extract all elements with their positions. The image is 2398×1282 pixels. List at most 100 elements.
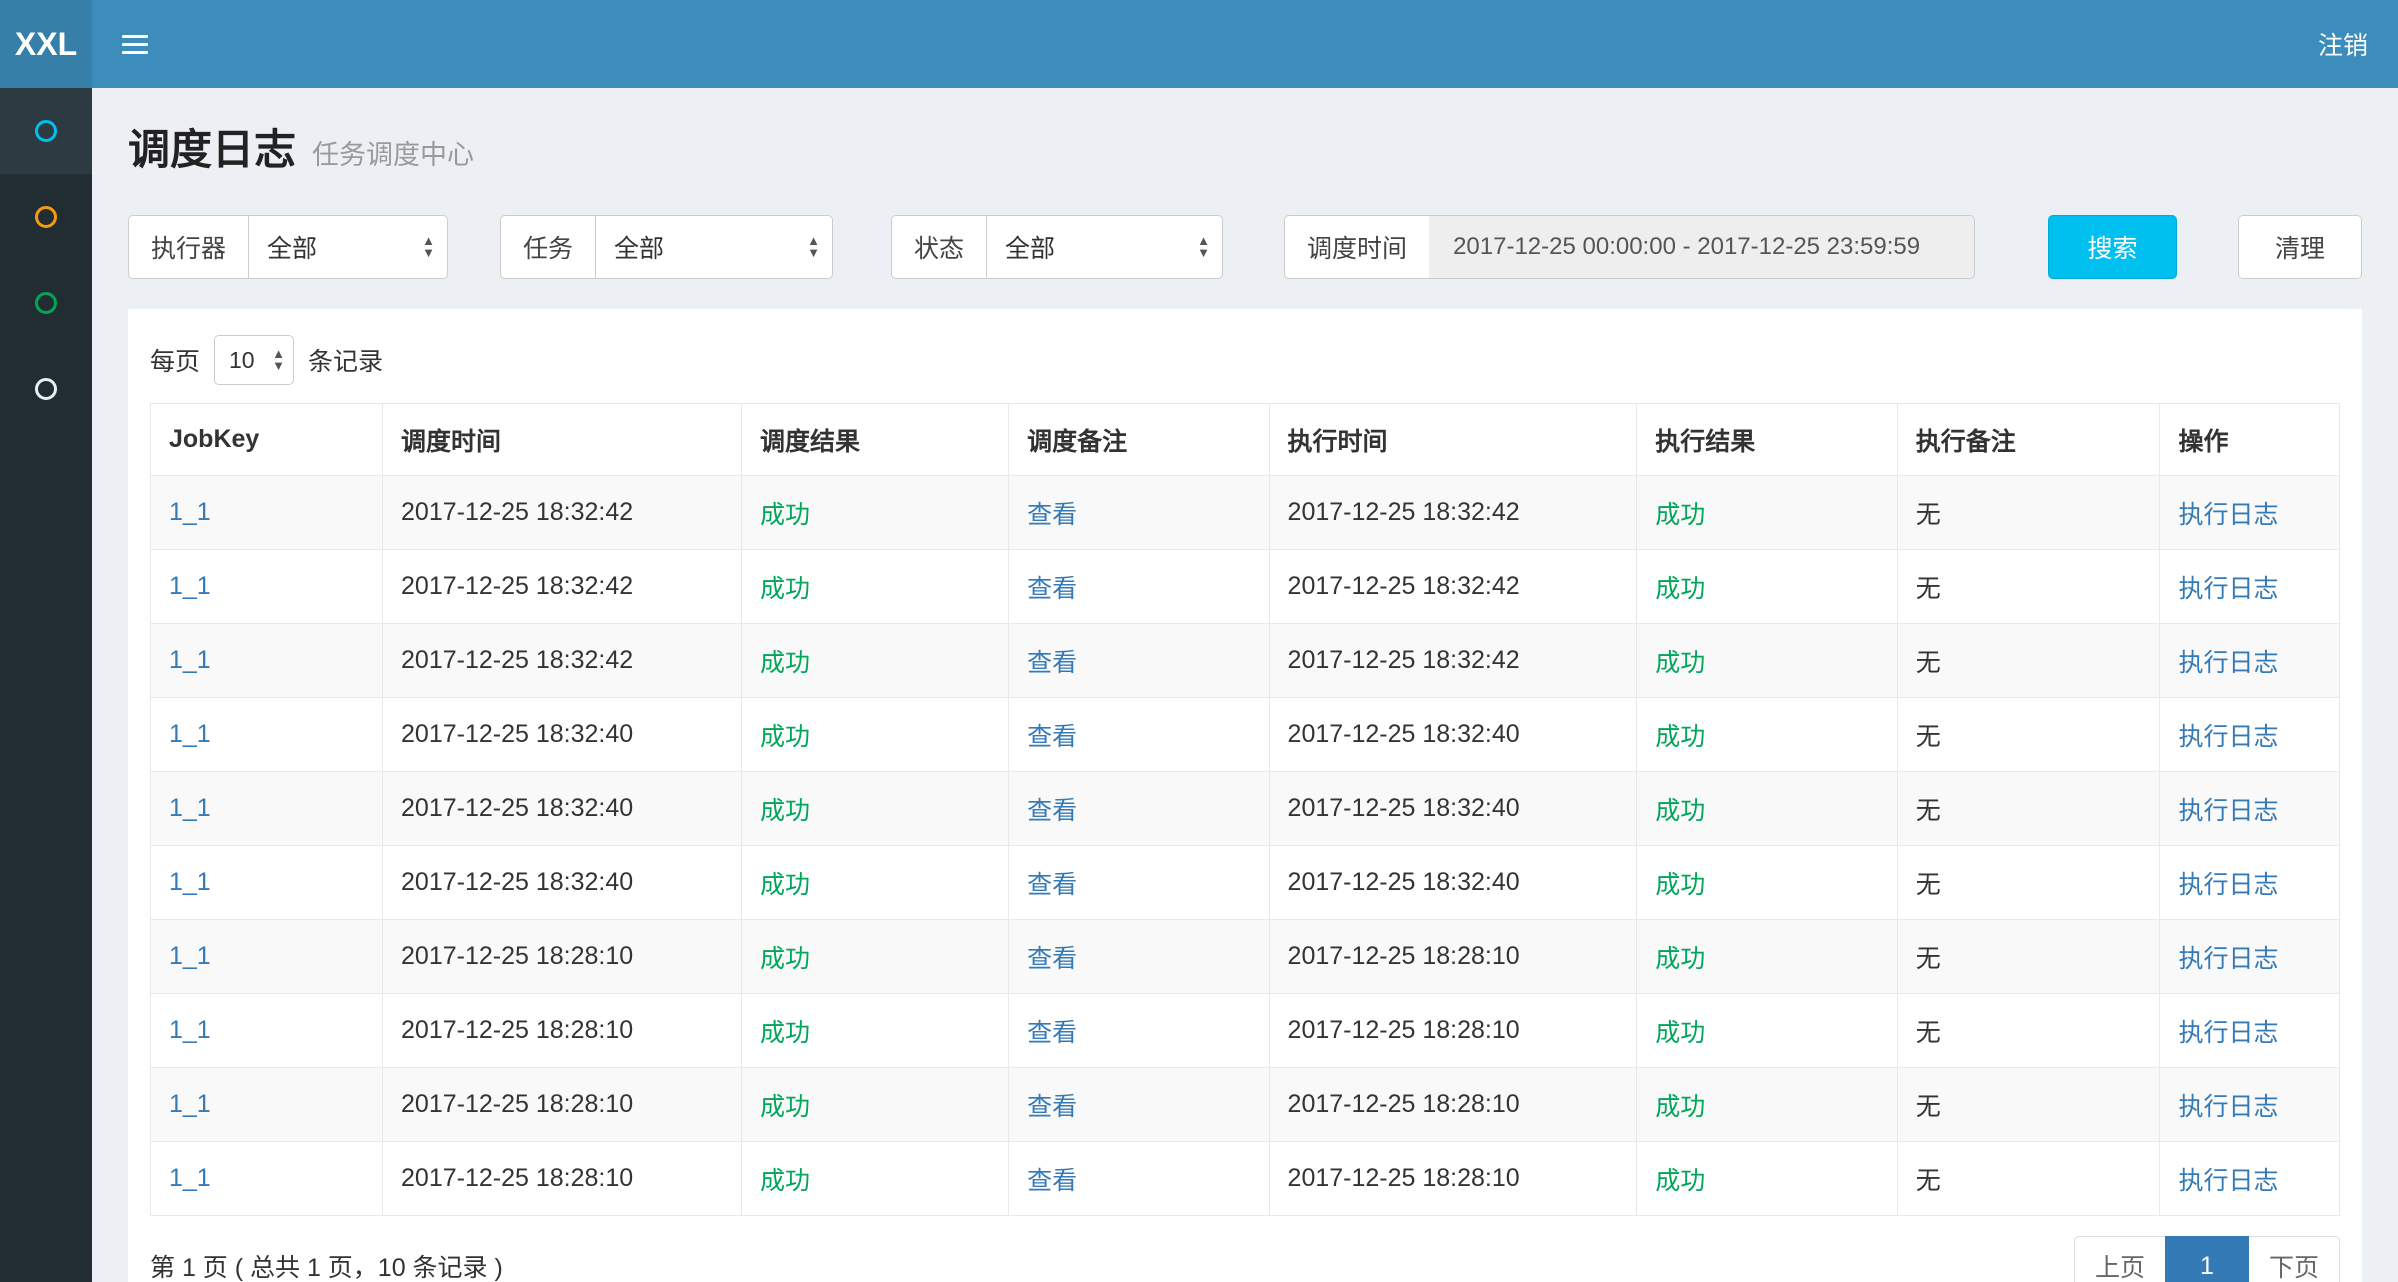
cell-jobkey: 1_1 <box>151 624 383 698</box>
page-size-value: 10 <box>229 347 255 374</box>
app-logo[interactable]: XXL <box>0 0 92 88</box>
trigger-msg-link[interactable]: 查看 <box>1027 1019 1077 1047</box>
sidebar-item[interactable] <box>0 174 92 260</box>
sidebar <box>0 88 92 1282</box>
app-logo-text: XXL <box>15 26 77 63</box>
table-row: 1_1 2017-12-25 18:32:40 成功 查看 2017-12-25… <box>151 698 2340 772</box>
trigger-msg-link[interactable]: 查看 <box>1027 649 1077 677</box>
trigger-msg-link[interactable]: 查看 <box>1027 575 1077 603</box>
exec-log-link[interactable]: 执行日志 <box>2178 575 2278 603</box>
trigger-msg-link[interactable]: 查看 <box>1027 797 1077 825</box>
jobkey-link[interactable]: 1_1 <box>169 498 211 526</box>
pagination-summary: 第 1 页 ( 总共 1 页，10 条记录 ) <box>150 1248 503 1282</box>
exec-log-link[interactable]: 执行日志 <box>2178 501 2278 529</box>
jobkey-link[interactable]: 1_1 <box>169 1090 211 1118</box>
table-row: 1_1 2017-12-25 18:28:10 成功 查看 2017-12-25… <box>151 1142 2340 1216</box>
prev-page-button[interactable]: 上页 <box>2074 1236 2166 1282</box>
cell-trigger-msg: 查看 <box>1009 698 1269 772</box>
cell-trigger-msg: 查看 <box>1009 920 1269 994</box>
executor-filter-group: 执行器 全部 ▲▼ <box>128 215 448 279</box>
column-header: 执行结果 <box>1637 404 1897 476</box>
exec-log-link[interactable]: 执行日志 <box>2178 649 2278 677</box>
jobkey-link[interactable]: 1_1 <box>169 1016 211 1044</box>
trigger-msg-link[interactable]: 查看 <box>1027 945 1077 973</box>
current-page-button[interactable]: 1 <box>2165 1236 2249 1282</box>
exec-log-link[interactable]: 执行日志 <box>2178 723 2278 751</box>
page-size-select[interactable]: 10 ▲▼ <box>214 335 294 385</box>
exec-log-link[interactable]: 执行日志 <box>2178 797 2278 825</box>
cell-handle-result: 成功 <box>1637 1068 1897 1142</box>
cell-jobkey: 1_1 <box>151 846 383 920</box>
logout-link[interactable]: 注销 <box>2318 26 2368 62</box>
status-select[interactable]: 全部 ▲▼ <box>986 215 1223 279</box>
jobkey-link[interactable]: 1_1 <box>169 794 211 822</box>
cell-trigger-result: 成功 <box>742 1068 1009 1142</box>
cell-jobkey: 1_1 <box>151 994 383 1068</box>
page-size-prefix-label: 每页 <box>150 342 200 378</box>
trigger-msg-link[interactable]: 查看 <box>1027 1093 1077 1121</box>
cell-action: 执行日志 <box>2160 994 2340 1068</box>
cell-action: 执行日志 <box>2160 772 2340 846</box>
table-row: 1_1 2017-12-25 18:32:42 成功 查看 2017-12-25… <box>151 476 2340 550</box>
sidebar-item[interactable] <box>0 346 92 432</box>
page-size-row: 每页 10 ▲▼ 条记录 <box>150 335 2340 385</box>
cell-trigger-result: 成功 <box>742 550 1009 624</box>
table-row: 1_1 2017-12-25 18:32:40 成功 查看 2017-12-25… <box>151 772 2340 846</box>
next-page-button[interactable]: 下页 <box>2248 1236 2340 1282</box>
cell-trigger-time: 2017-12-25 18:28:10 <box>383 994 742 1068</box>
search-button[interactable]: 搜索 <box>2048 215 2177 279</box>
job-select[interactable]: 全部 ▲▼ <box>595 215 833 279</box>
exec-log-link[interactable]: 执行日志 <box>2178 871 2278 899</box>
trigger-msg-link[interactable]: 查看 <box>1027 1167 1077 1195</box>
trigger-msg-link[interactable]: 查看 <box>1027 871 1077 899</box>
jobkey-link[interactable]: 1_1 <box>169 646 211 674</box>
table-row: 1_1 2017-12-25 18:32:40 成功 查看 2017-12-25… <box>151 846 2340 920</box>
trigger-msg-link[interactable]: 查看 <box>1027 723 1077 751</box>
page-size-suffix-label: 条记录 <box>308 342 383 378</box>
cell-handle-time: 2017-12-25 18:28:10 <box>1269 1068 1637 1142</box>
job-filter-group: 任务 全部 ▲▼ <box>500 215 833 279</box>
time-range-input[interactable] <box>1429 215 1975 279</box>
cell-handle-result: 成功 <box>1637 1142 1897 1216</box>
jobkey-link[interactable]: 1_1 <box>169 1164 211 1192</box>
cell-trigger-time: 2017-12-25 18:28:10 <box>383 1142 742 1216</box>
column-header: JobKey <box>151 404 383 476</box>
sidebar-item[interactable] <box>0 260 92 346</box>
cell-trigger-msg: 查看 <box>1009 1142 1269 1216</box>
jobkey-link[interactable]: 1_1 <box>169 720 211 748</box>
sidebar-item[interactable] <box>0 88 92 174</box>
time-filter-label: 调度时间 <box>1284 215 1429 279</box>
cell-trigger-result: 成功 <box>742 772 1009 846</box>
jobkey-link[interactable]: 1_1 <box>169 942 211 970</box>
exec-log-link[interactable]: 执行日志 <box>2178 1093 2278 1121</box>
column-header: 执行备注 <box>1897 404 2160 476</box>
cell-trigger-msg: 查看 <box>1009 994 1269 1068</box>
cell-handle-msg: 无 <box>1897 772 2160 846</box>
sidebar-toggle-icon[interactable] <box>122 29 148 60</box>
column-header: 调度结果 <box>742 404 1009 476</box>
cell-trigger-time: 2017-12-25 18:32:40 <box>383 846 742 920</box>
cell-action: 执行日志 <box>2160 624 2340 698</box>
cell-trigger-msg: 查看 <box>1009 772 1269 846</box>
table-row: 1_1 2017-12-25 18:28:10 成功 查看 2017-12-25… <box>151 1068 2340 1142</box>
jobkey-link[interactable]: 1_1 <box>169 868 211 896</box>
exec-log-link[interactable]: 执行日志 <box>2178 1167 2278 1195</box>
jobkey-link[interactable]: 1_1 <box>169 572 211 600</box>
filter-bar: 执行器 全部 ▲▼ 任务 全部 ▲▼ 状态 全部 ▲▼ 调度时间 搜索 清理 <box>128 215 2362 279</box>
clear-button[interactable]: 清理 <box>2238 215 2362 279</box>
job-select-value: 全部 <box>614 229 664 265</box>
exec-log-link[interactable]: 执行日志 <box>2178 945 2278 973</box>
cell-trigger-msg: 查看 <box>1009 550 1269 624</box>
cell-handle-msg: 无 <box>1897 550 2160 624</box>
trigger-msg-link[interactable]: 查看 <box>1027 501 1077 529</box>
cell-handle-result: 成功 <box>1637 772 1897 846</box>
cell-trigger-time: 2017-12-25 18:32:42 <box>383 476 742 550</box>
exec-log-link[interactable]: 执行日志 <box>2178 1019 2278 1047</box>
cell-jobkey: 1_1 <box>151 920 383 994</box>
cell-handle-msg: 无 <box>1897 1068 2160 1142</box>
table-row: 1_1 2017-12-25 18:28:10 成功 查看 2017-12-25… <box>151 920 2340 994</box>
cell-handle-msg: 无 <box>1897 994 2160 1068</box>
table-header: JobKey调度时间调度结果调度备注执行时间执行结果执行备注操作 <box>151 404 2340 476</box>
executor-select[interactable]: 全部 ▲▼ <box>248 215 448 279</box>
circle-icon <box>35 120 57 142</box>
